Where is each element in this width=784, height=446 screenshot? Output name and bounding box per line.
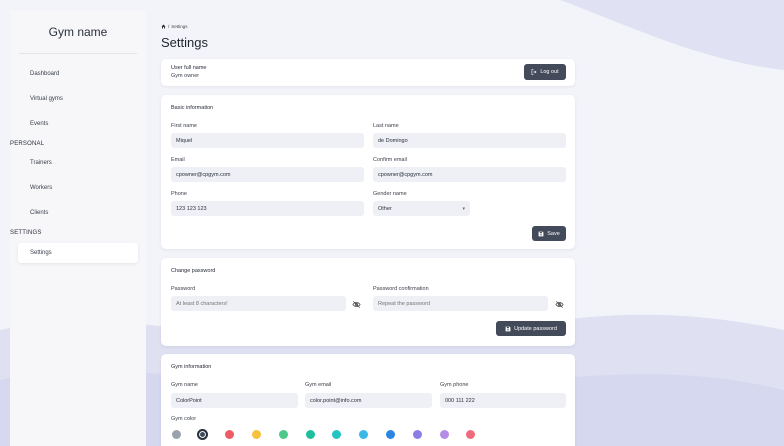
color-swatch[interactable] [197,428,209,440]
email-label: Email [171,157,185,163]
save-icon [505,326,511,331]
sidebar-section-settings: SETTINGS [10,230,42,236]
save-label: Save [547,230,560,237]
email-field[interactable]: cpowner@cpgym.com [171,167,364,182]
password-label: Password [171,286,196,292]
gender-label: Gender name [373,191,407,197]
first-name-label: First name [171,123,197,129]
sidebar-section-personal: PERSONAL [10,141,45,147]
sidebar-item-workers[interactable]: Workers [18,178,138,198]
change-password-title: Change password [171,268,216,274]
eye-off-icon[interactable] [352,300,361,309]
last-name-field[interactable]: de Domingo [373,133,566,148]
basic-info-card: Basic information First name Miquel Last… [161,95,575,249]
color-swatch[interactable] [385,429,395,439]
update-password-button[interactable]: Update password [496,321,566,336]
color-swatch[interactable] [251,429,261,439]
sidebar-item-clients[interactable]: Clients [18,203,138,223]
gym-info-title: Gym information [171,364,212,370]
user-role: Gym owner [171,73,200,79]
basic-info-title: Basic information [171,105,214,111]
logout-label: Log out [540,69,559,75]
user-card: User full name Gym owner Log out [161,59,575,86]
home-icon[interactable] [161,24,166,29]
color-swatch[interactable] [332,429,342,439]
first-name-field[interactable]: Miquel [171,133,364,148]
user-name: User full name [171,65,207,71]
update-password-label: Update password [514,325,557,332]
chevron-down-icon: ▾ [462,206,465,212]
gym-info-card: Gym information Gym name ColorPoint Gym … [161,354,575,446]
password-input[interactable] [171,296,346,311]
password-confirmation-input[interactable] [373,296,548,311]
eye-off-icon[interactable] [555,300,564,309]
password-confirmation-label: Password confirmation [373,286,429,292]
sidebar: Gym name Dashboard Virtual gyms Events P… [10,10,146,446]
confirm-email-field[interactable]: cpowner@cpgym.com [373,167,566,182]
page-title: Settings [161,35,208,50]
breadcrumb-current: Settings [171,24,188,29]
color-swatch[interactable] [225,429,235,439]
color-swatch[interactable] [278,429,288,439]
phone-field[interactable]: 123 123 123 [171,201,364,216]
color-swatch[interactable] [305,429,315,439]
gender-value: Other [378,205,392,212]
gym-phone-field[interactable]: 000 111 222 [440,393,566,408]
gym-color-label: Gym color [171,416,197,422]
sidebar-item-dashboard[interactable]: Dashboard [18,64,138,84]
color-swatch[interactable] [439,429,449,439]
save-icon [538,231,544,236]
color-swatch[interactable] [466,429,476,439]
gym-phone-label: Gym phone [440,382,469,388]
change-password-card: Change password Password Password confir… [161,258,575,346]
last-name-label: Last name [373,123,399,129]
breadcrumb-separator: / [168,24,170,29]
color-swatch[interactable] [171,429,181,439]
color-swatch[interactable] [359,429,369,439]
sidebar-item-events[interactable]: Events [18,114,138,134]
sidebar-item-settings[interactable]: Settings [18,243,138,263]
gender-select[interactable]: Other ▾ [373,201,470,216]
gym-email-field[interactable]: color.point@info.com [305,393,432,408]
sidebar-item-trainers[interactable]: Trainers [18,153,138,173]
confirm-email-label: Confirm email [373,157,407,163]
save-button[interactable]: Save [532,226,566,241]
logout-button[interactable]: Log out [524,64,566,80]
gym-email-label: Gym email [305,382,332,388]
gym-name-label: Gym name [171,382,198,388]
phone-label: Phone [171,191,187,197]
brand-title: Gym name [19,10,137,54]
color-swatch[interactable] [412,429,422,439]
sidebar-item-virtual-gyms[interactable]: Virtual gyms [18,89,138,109]
logout-icon [531,69,537,75]
gym-name-field[interactable]: ColorPoint [171,393,298,408]
breadcrumb: / Settings [161,24,188,29]
